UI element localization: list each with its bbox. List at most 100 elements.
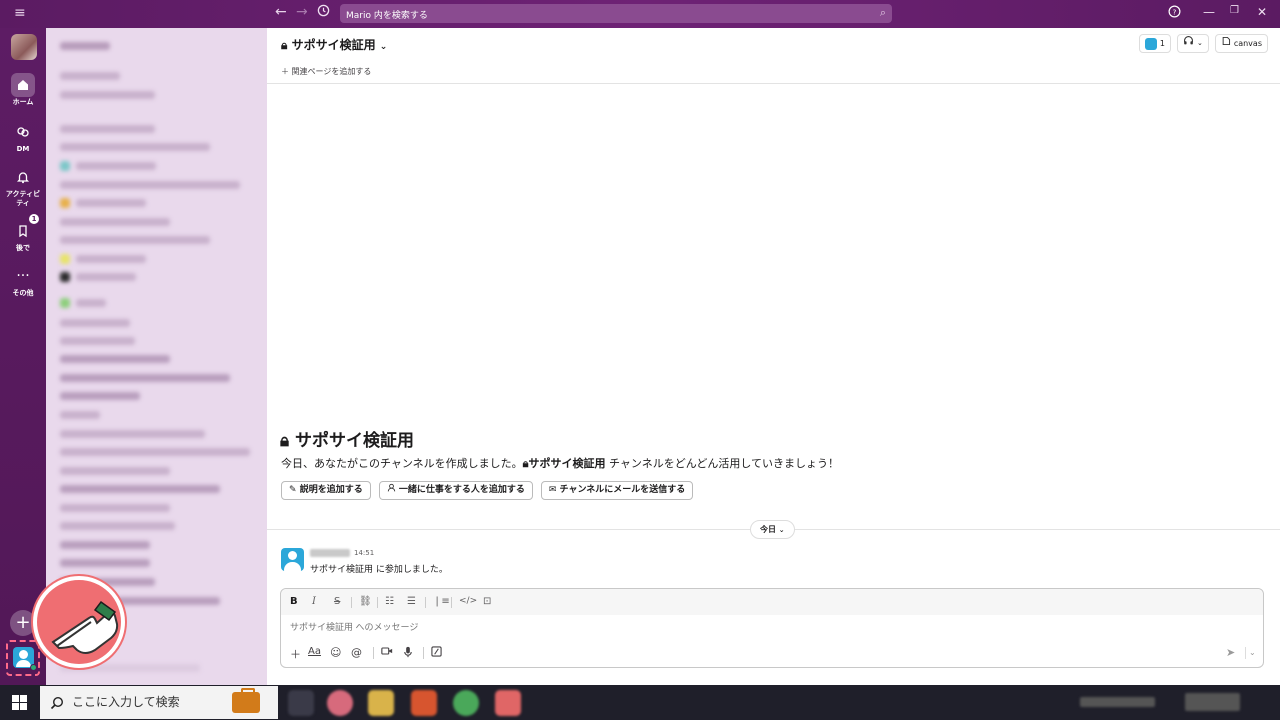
send-email-button[interactable]: ✉ チャンネルにメールを送信する — [540, 481, 694, 500]
sidebar-item[interactable] — [76, 299, 106, 307]
bell-icon — [11, 165, 35, 189]
add-people-label: 一緒に仕事をする人を追加する — [398, 485, 525, 495]
microphone-icon[interactable] — [403, 646, 413, 661]
channel-intro-actions: ✎ 説明を追加する 一緒に仕事をする人を追加する ✉ チャンネルにメールを送信す… — [281, 481, 694, 500]
huddle-button[interactable]: ⌄ — [1176, 34, 1209, 53]
blockquote-icon[interactable]: ❘≡ — [433, 596, 450, 607]
search-icon: ⌕ — [879, 6, 886, 19]
taskbar-clock[interactable] — [1185, 693, 1240, 711]
rail-item-activity[interactable]: アクティビティ — [0, 165, 46, 208]
emoji-icon[interactable]: ☺ — [330, 646, 341, 659]
header-divider — [267, 83, 1280, 84]
chevron-down-icon: ⌄ — [778, 526, 785, 534]
message-avatar[interactable] — [281, 548, 304, 571]
taskbar-app-icon[interactable] — [327, 690, 353, 716]
sidebar-item[interactable] — [76, 199, 146, 207]
sidebar-item[interactable] — [60, 337, 135, 345]
taskbar-app-icon[interactable] — [368, 690, 394, 716]
workspace-avatar[interactable] — [11, 34, 37, 60]
code-block-icon[interactable]: ⊡ — [483, 596, 491, 607]
message-author-blurred[interactable] — [310, 549, 350, 557]
sidebar-item[interactable] — [60, 236, 210, 244]
bulleted-list-icon[interactable]: ☰ — [407, 596, 416, 607]
taskbar-app-icon[interactable] — [453, 690, 479, 716]
sidebar-item[interactable] — [60, 430, 205, 438]
back-arrow-icon[interactable]: ← — [275, 4, 287, 20]
sidebar-item[interactable] — [60, 72, 120, 80]
sidebar-item[interactable] — [60, 392, 140, 400]
attach-plus-icon[interactable]: ＋ — [290, 646, 301, 662]
taskbar-app-icon[interactable] — [288, 690, 314, 716]
canvas-button[interactable]: canvas — [1214, 34, 1268, 53]
message-timestamp[interactable]: 14:51 — [354, 549, 374, 557]
strikethrough-icon[interactable]: S — [334, 596, 340, 607]
rail-item-home[interactable]: ホーム — [0, 73, 46, 107]
sidebar-item[interactable] — [60, 91, 155, 99]
sidebar-item[interactable] — [60, 355, 170, 363]
formatting-toggle-button[interactable]: Aa — [308, 646, 321, 657]
toolbar-separator — [451, 597, 452, 608]
sidebar-item[interactable] — [60, 559, 150, 567]
minimize-button[interactable]: — — [1203, 5, 1215, 19]
sidebar-item[interactable] — [76, 255, 146, 263]
briefcase-icon[interactable] — [232, 688, 260, 713]
sidebar-item[interactable] — [60, 485, 220, 493]
taskbar-app-icon[interactable] — [411, 690, 437, 716]
sidebar-item[interactable] — [60, 467, 170, 475]
link-icon[interactable]: ⛓︎ — [359, 596, 372, 607]
system-tray-icons[interactable] — [1080, 697, 1155, 707]
rail-label-activity: アクティビティ — [5, 190, 41, 207]
search-input[interactable]: Mario 内を検索する ⌕ — [340, 4, 892, 23]
add-description-button[interactable]: ✎ 説明を追加する — [281, 481, 371, 500]
italic-icon[interactable]: I — [312, 596, 316, 607]
mention-icon[interactable]: @ — [351, 646, 362, 659]
code-icon[interactable]: </> — [459, 596, 477, 606]
rail-item-later[interactable]: 後で 1 — [0, 214, 46, 253]
windows-start-icon[interactable] — [12, 695, 27, 710]
canvas-label: canvas — [1233, 39, 1262, 48]
message-text: サポサイ検証用 に参加しました。 — [310, 565, 448, 575]
taskbar-app-icon[interactable] — [495, 690, 521, 716]
chevron-down-icon[interactable]: ⌄ — [1197, 35, 1203, 52]
rail-item-dm[interactable]: DM — [0, 120, 46, 154]
forward-arrow-icon[interactable]: → — [296, 4, 308, 20]
ordered-list-icon[interactable]: ☷ — [385, 596, 394, 607]
date-divider-button[interactable]: 今日 ⌄ — [750, 520, 795, 539]
sidebar-item[interactable] — [76, 162, 156, 170]
hamburger-menu-icon[interactable]: ≡ — [14, 5, 26, 21]
add-bookmark-button[interactable]: ＋ 関連ページを追加する — [281, 66, 371, 77]
sidebar-avatar — [60, 272, 70, 282]
sidebar-item[interactable] — [76, 273, 136, 281]
workspace-name[interactable] — [60, 42, 110, 50]
bold-icon[interactable]: B — [290, 596, 298, 607]
sidebar-item[interactable] — [60, 143, 210, 151]
channel-title-button[interactable]: 🔒︎ サポサイ検証用 ⌄ — [281, 36, 387, 53]
add-people-button[interactable]: 一緒に仕事をする人を追加する — [378, 481, 533, 500]
members-button[interactable]: 1 — [1138, 34, 1171, 53]
close-button[interactable]: ✕ — [1257, 5, 1267, 19]
date-divider-label: 今日 — [760, 525, 776, 534]
sidebar-item[interactable] — [60, 181, 240, 189]
shortcuts-icon[interactable] — [431, 646, 442, 660]
sidebar-item[interactable] — [60, 448, 250, 456]
sidebar-item[interactable] — [60, 374, 230, 382]
sidebar-item[interactable] — [60, 125, 155, 133]
sidebar-item[interactable] — [60, 218, 170, 226]
member-avatar-icon — [1144, 37, 1157, 50]
intro-channel-link[interactable]: 🔒︎サポサイ検証用 — [523, 457, 606, 470]
sidebar-item[interactable] — [60, 411, 100, 419]
history-clock-icon[interactable] — [317, 4, 330, 21]
restore-button[interactable]: ❐ — [1230, 5, 1239, 16]
intro-text-after: チャンネルをどんどん活用していきましょう！ — [605, 457, 840, 470]
rail-item-more[interactable]: ··· その他 — [0, 264, 46, 298]
sidebar-item[interactable] — [60, 319, 130, 327]
message-input[interactable] — [290, 622, 890, 632]
sidebar-item[interactable] — [60, 504, 170, 512]
sidebar-item[interactable] — [60, 541, 150, 549]
video-icon[interactable] — [381, 646, 393, 659]
sidebar-item[interactable] — [60, 522, 175, 530]
send-icon[interactable]: ➤ — [1226, 646, 1235, 659]
help-icon[interactable]: ? — [1168, 5, 1181, 21]
rail-label-later: 後で — [16, 244, 30, 252]
chevron-down-icon[interactable]: ⌄ — [1249, 648, 1256, 657]
